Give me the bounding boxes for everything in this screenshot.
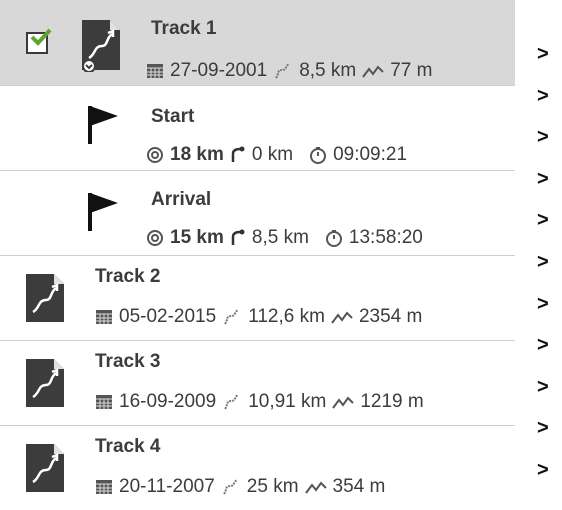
track-date: 20-11-2007 bbox=[119, 476, 215, 497]
track-meta: 27-09-2001 8,5 km 77 m bbox=[146, 60, 432, 82]
waypoint-meta: 18 km 0 km 09:09:21 bbox=[146, 144, 407, 166]
track-distance: 25 km bbox=[246, 476, 299, 497]
track-row-3[interactable]: Track 3 16-09-2009 10,91 km 1219 m bbox=[0, 341, 515, 426]
track-icon bbox=[24, 357, 64, 407]
chevron-right-icon[interactable]: > bbox=[537, 335, 557, 377]
chevron-column: > > > > > > > > > > > bbox=[537, 44, 557, 502]
flag-icon bbox=[88, 106, 118, 144]
route-distance-icon bbox=[224, 309, 239, 325]
elevation-icon bbox=[362, 65, 384, 78]
track-meta: 20-11-2007 25 km 354 m bbox=[95, 476, 385, 498]
waypoint-route: 0 km bbox=[251, 144, 294, 165]
track-title: Track 3 bbox=[95, 351, 161, 372]
track-list: Track 1 27-09-2001 8,5 km 77 m Start 18 … bbox=[0, 0, 515, 510]
track-title: Track 4 bbox=[95, 436, 161, 457]
calendar-icon bbox=[96, 310, 112, 324]
track-date: 16-09-2009 bbox=[119, 391, 217, 412]
track-meta: 16-09-2009 10,91 km 1219 m bbox=[95, 391, 424, 413]
waypoint-route: 8,5 km bbox=[251, 227, 309, 248]
waypoint-title: Start bbox=[151, 106, 195, 127]
track-elevation: 354 m bbox=[332, 476, 386, 497]
waypoint-distance: 18 km bbox=[170, 144, 224, 165]
chevron-right-icon[interactable]: > bbox=[537, 44, 557, 86]
chevron-right-icon[interactable]: > bbox=[537, 294, 557, 336]
waypoint-row-arrival[interactable]: Arrival 15 km 8,5 km 13:58:20 bbox=[0, 171, 515, 256]
calendar-icon bbox=[147, 64, 163, 78]
track-icon bbox=[24, 272, 64, 322]
track-distance: 8,5 km bbox=[299, 60, 357, 81]
chevron-right-icon[interactable]: > bbox=[537, 127, 557, 169]
waypoint-title: Arrival bbox=[151, 189, 212, 210]
track-title: Track 2 bbox=[95, 266, 161, 287]
chevron-right-icon[interactable]: > bbox=[537, 252, 557, 294]
track-distance: 112,6 km bbox=[248, 306, 325, 327]
chevron-right-icon[interactable]: > bbox=[537, 86, 557, 128]
flag-icon bbox=[88, 193, 118, 231]
elevation-icon bbox=[332, 396, 355, 409]
route-start-icon bbox=[231, 146, 245, 162]
track-distance: 10,91 km bbox=[248, 391, 327, 412]
calendar-icon bbox=[96, 395, 112, 409]
route-start-icon bbox=[231, 229, 245, 245]
waypoint-time: 09:09:21 bbox=[333, 144, 408, 165]
route-distance-icon bbox=[275, 63, 290, 79]
track-row-4[interactable]: Track 4 20-11-2007 25 km 354 m bbox=[0, 426, 515, 510]
waypoint-row-start[interactable]: Start 18 km 0 km 09:09:21 bbox=[0, 86, 515, 171]
chevron-right-icon[interactable]: > bbox=[537, 169, 557, 211]
chevron-right-icon[interactable]: > bbox=[537, 210, 557, 252]
waypoint-meta: 15 km 8,5 km 13:58:20 bbox=[146, 227, 423, 249]
calendar-icon bbox=[96, 480, 112, 494]
distance-target-icon bbox=[147, 230, 163, 246]
chevron-right-icon[interactable]: > bbox=[537, 460, 557, 502]
track-icon bbox=[24, 442, 64, 492]
checkbox-checked-icon[interactable] bbox=[26, 28, 52, 54]
elevation-icon bbox=[304, 481, 327, 494]
distance-target-icon bbox=[147, 147, 163, 163]
track-icon bbox=[80, 18, 120, 73]
track-elevation: 1219 m bbox=[360, 391, 424, 412]
track-row-2[interactable]: Track 2 05-02-2015 112,6 km 2354 m bbox=[0, 256, 515, 341]
chevron-right-icon[interactable]: > bbox=[537, 418, 557, 460]
track-meta: 05-02-2015 112,6 km 2354 m bbox=[95, 306, 422, 328]
timer-icon bbox=[325, 230, 342, 247]
chevron-right-icon[interactable]: > bbox=[537, 377, 557, 419]
track-elevation: 77 m bbox=[390, 60, 433, 81]
waypoint-time: 13:58:20 bbox=[348, 227, 423, 248]
waypoint-distance: 15 km bbox=[170, 227, 224, 248]
route-distance-icon bbox=[222, 479, 238, 495]
track-elevation: 2354 m bbox=[358, 306, 423, 327]
route-distance-icon bbox=[224, 394, 239, 410]
track-date: 05-02-2015 bbox=[119, 306, 217, 327]
track-date: 27-09-2001 bbox=[170, 60, 268, 81]
track-row-1[interactable]: Track 1 27-09-2001 8,5 km 77 m bbox=[0, 0, 515, 86]
timer-icon bbox=[310, 147, 327, 164]
track-title: Track 1 bbox=[151, 18, 217, 39]
elevation-icon bbox=[331, 311, 353, 324]
